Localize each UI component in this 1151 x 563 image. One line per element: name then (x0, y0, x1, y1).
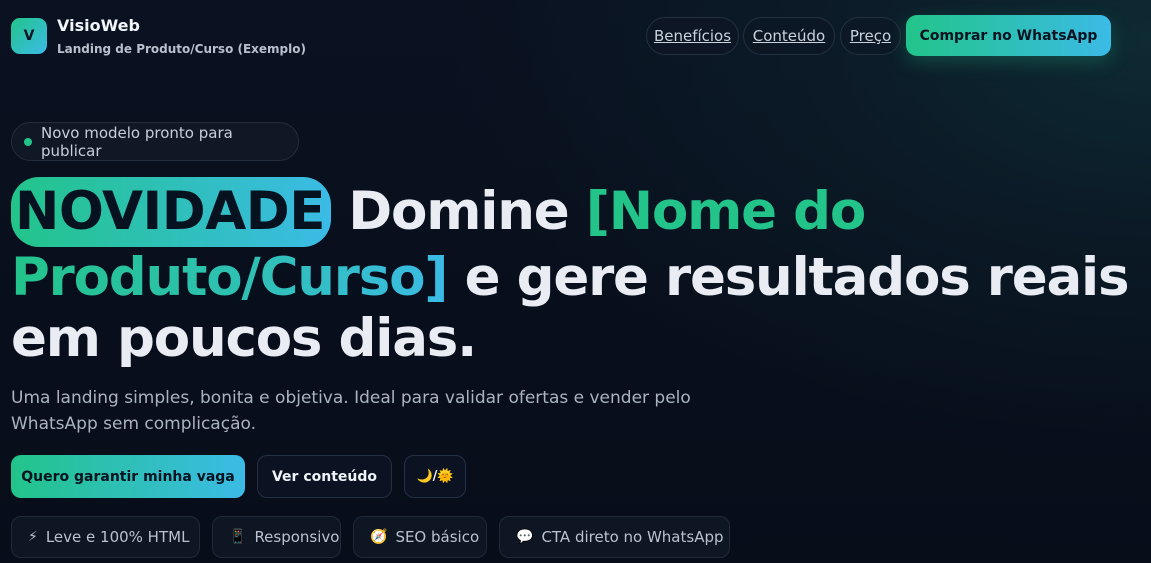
headline-highlight-a: [Nome do (585, 181, 867, 242)
status-dot-icon (24, 137, 32, 146)
lightning-icon: ⚡ (28, 529, 38, 545)
brand-subtitle: Landing de Produto/Curso (Exemplo) (57, 42, 306, 56)
buy-whatsapp-button[interactable]: Comprar no WhatsApp (906, 15, 1111, 56)
nav-link-beneficios[interactable]: Benefícios (646, 17, 739, 55)
feature-chip-whatsapp-cta: 💬 CTA direto no WhatsApp (499, 516, 730, 558)
announcement-text: Novo modelo pronto para publicar (41, 123, 233, 160)
compass-icon: 🧭 (370, 529, 388, 545)
feature-chip-responsive: 📱 Responsivo (212, 516, 341, 558)
feature-label: SEO básico (395, 528, 480, 546)
chat-icon: 💬 (516, 529, 534, 545)
phone-icon: 📱 (229, 529, 247, 545)
feature-label: CTA direto no WhatsApp (541, 528, 724, 546)
feature-label: Leve e 100% HTML (45, 528, 190, 546)
feature-chip-lightweight: ⚡ Leve e 100% HTML (11, 516, 200, 558)
feature-chip-seo: 🧭 SEO básico (353, 516, 487, 558)
headline-highlight-b: Produto/Curso] (11, 247, 449, 308)
theme-toggle-button[interactable]: 🌙/🌞 (404, 455, 466, 498)
primary-cta-button[interactable]: Quero garantir minha vaga (11, 455, 245, 498)
feature-label: Responsivo (254, 528, 340, 546)
hero-subtext: Uma landing simples, bonita e objetiva. … (11, 388, 691, 434)
announcement-pill: Novo modelo pronto para publicar (11, 122, 299, 161)
brand-name: VisioWeb (57, 16, 140, 35)
site-header: V VisioWeb Landing de Produto/Curso (Exe… (0, 0, 1151, 72)
logo[interactable]: V (11, 18, 47, 54)
nav-link-conteudo[interactable]: Conteúdo (743, 17, 835, 55)
headline-part-1: Domine (348, 181, 569, 242)
nav-link-preco[interactable]: Preço (840, 17, 901, 55)
hero-headline: NOVIDADE Domine [Nome do Produto/Curso] e… (11, 177, 1131, 369)
novidade-badge: NOVIDADE (11, 177, 331, 247)
view-content-button[interactable]: Ver conteúdo (257, 455, 392, 498)
